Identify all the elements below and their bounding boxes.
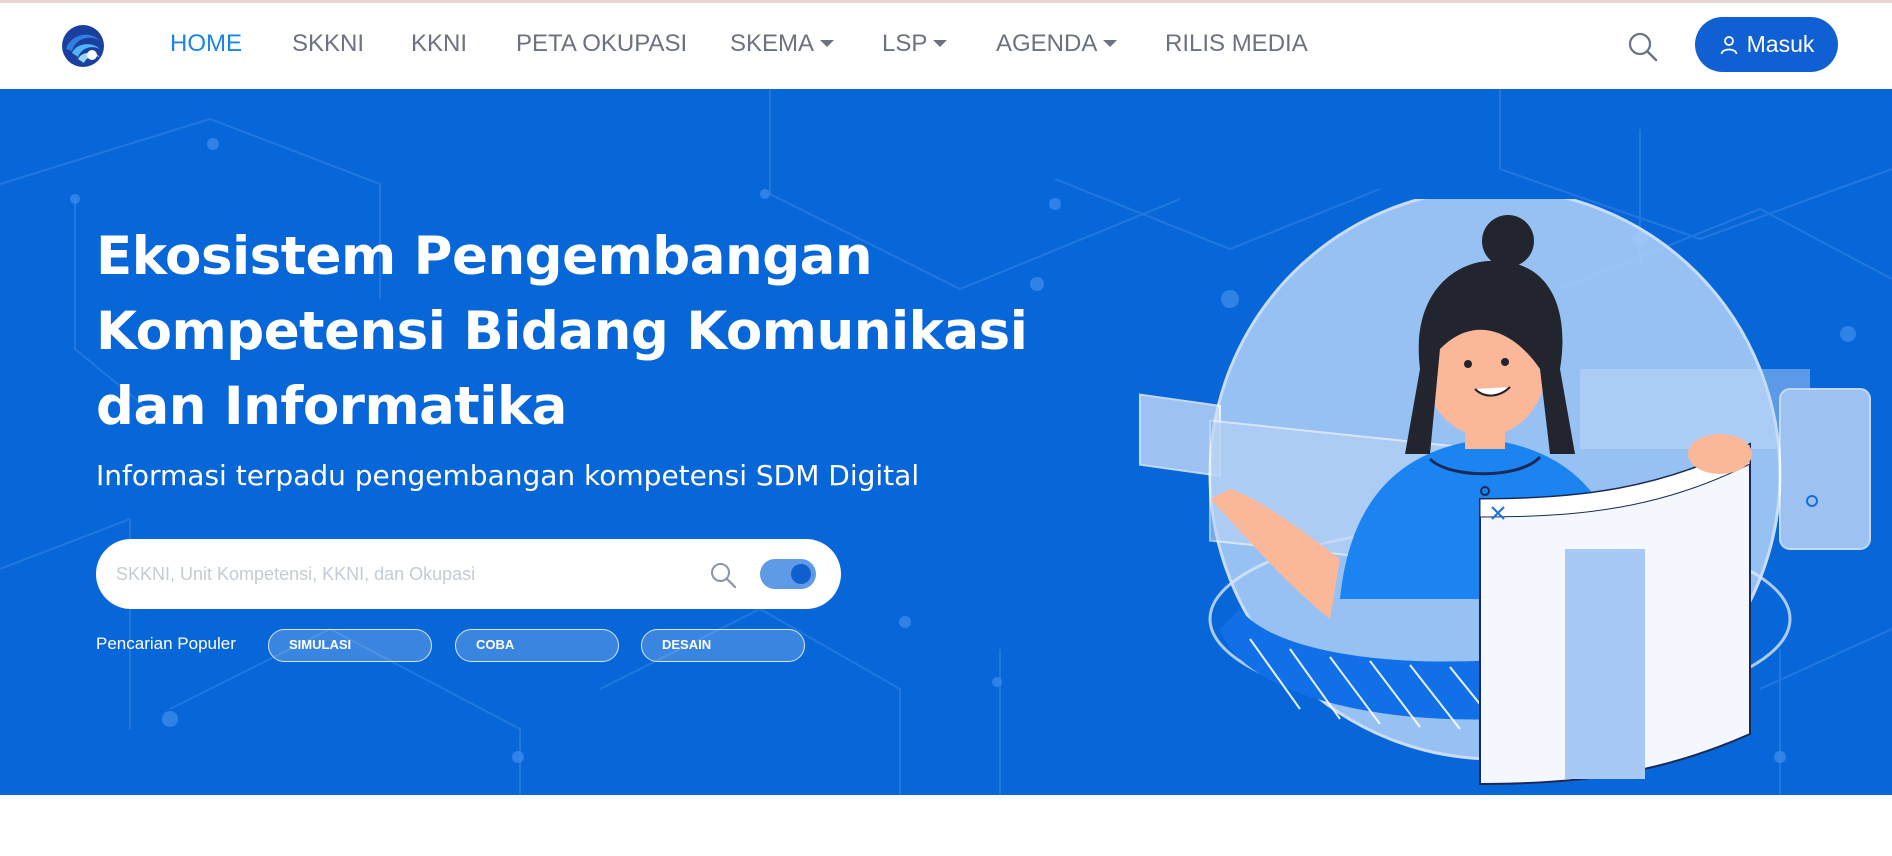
- nav-rilis-media[interactable]: RILIS MEDIA: [1165, 30, 1308, 58]
- nav-lsp-label: LSP: [882, 30, 928, 57]
- nav-skema[interactable]: SKEMA: [730, 30, 835, 58]
- login-button[interactable]: Masuk: [1695, 17, 1838, 72]
- search-icon[interactable]: [709, 561, 737, 589]
- nav-home[interactable]: HOME: [170, 30, 242, 58]
- user-icon: [1720, 35, 1738, 54]
- nav-agenda-label: AGENDA: [996, 30, 1098, 57]
- caret-down-icon: [820, 40, 835, 47]
- popular-chip-desain[interactable]: DESAIN: [641, 629, 805, 662]
- caret-down-icon: [933, 40, 948, 47]
- nav-peta-okupasi[interactable]: PETA OKUPASI: [516, 30, 687, 58]
- nav-agenda[interactable]: AGENDA: [996, 30, 1118, 58]
- hero-search-input[interactable]: [116, 557, 676, 591]
- hero-title: Ekosistem Pengembangan Kompetensi Bidang…: [96, 219, 1028, 444]
- popular-chip-simulasi[interactable]: SIMULASI: [268, 629, 432, 662]
- popular-search-label: Pencarian Populer: [96, 634, 236, 653]
- search-toggle[interactable]: [760, 559, 816, 589]
- nav-skema-label: SKEMA: [730, 30, 815, 57]
- hero-banner: Ekosistem Pengembangan Kompetensi Bidang…: [0, 89, 1892, 795]
- hero-search-box: [96, 539, 841, 609]
- search-icon[interactable]: [1627, 31, 1659, 63]
- hero-title-line-3: dan Informatika: [96, 376, 567, 437]
- navbar: HOME SKKNI KKNI PETA OKUPASI SKEMA LSP A…: [0, 3, 1892, 89]
- logo[interactable]: [60, 23, 106, 69]
- caret-down-icon: [1103, 40, 1118, 47]
- login-label: Masuk: [1746, 31, 1815, 57]
- hero-illustration: [1139, 199, 1871, 786]
- hero-title-line-1: Ekosistem Pengembangan: [96, 226, 873, 287]
- popular-chip-coba[interactable]: COBA: [455, 629, 619, 662]
- toggle-knob: [791, 564, 811, 584]
- nav-lsp[interactable]: LSP: [882, 30, 948, 58]
- nav-kkni[interactable]: KKNI: [411, 30, 467, 58]
- hero-title-line-2: Kompetensi Bidang Komunikasi: [96, 301, 1028, 362]
- hero-subtitle: Informasi terpadu pengembangan kompetens…: [96, 459, 920, 492]
- nav-skkni[interactable]: SKKNI: [292, 30, 364, 58]
